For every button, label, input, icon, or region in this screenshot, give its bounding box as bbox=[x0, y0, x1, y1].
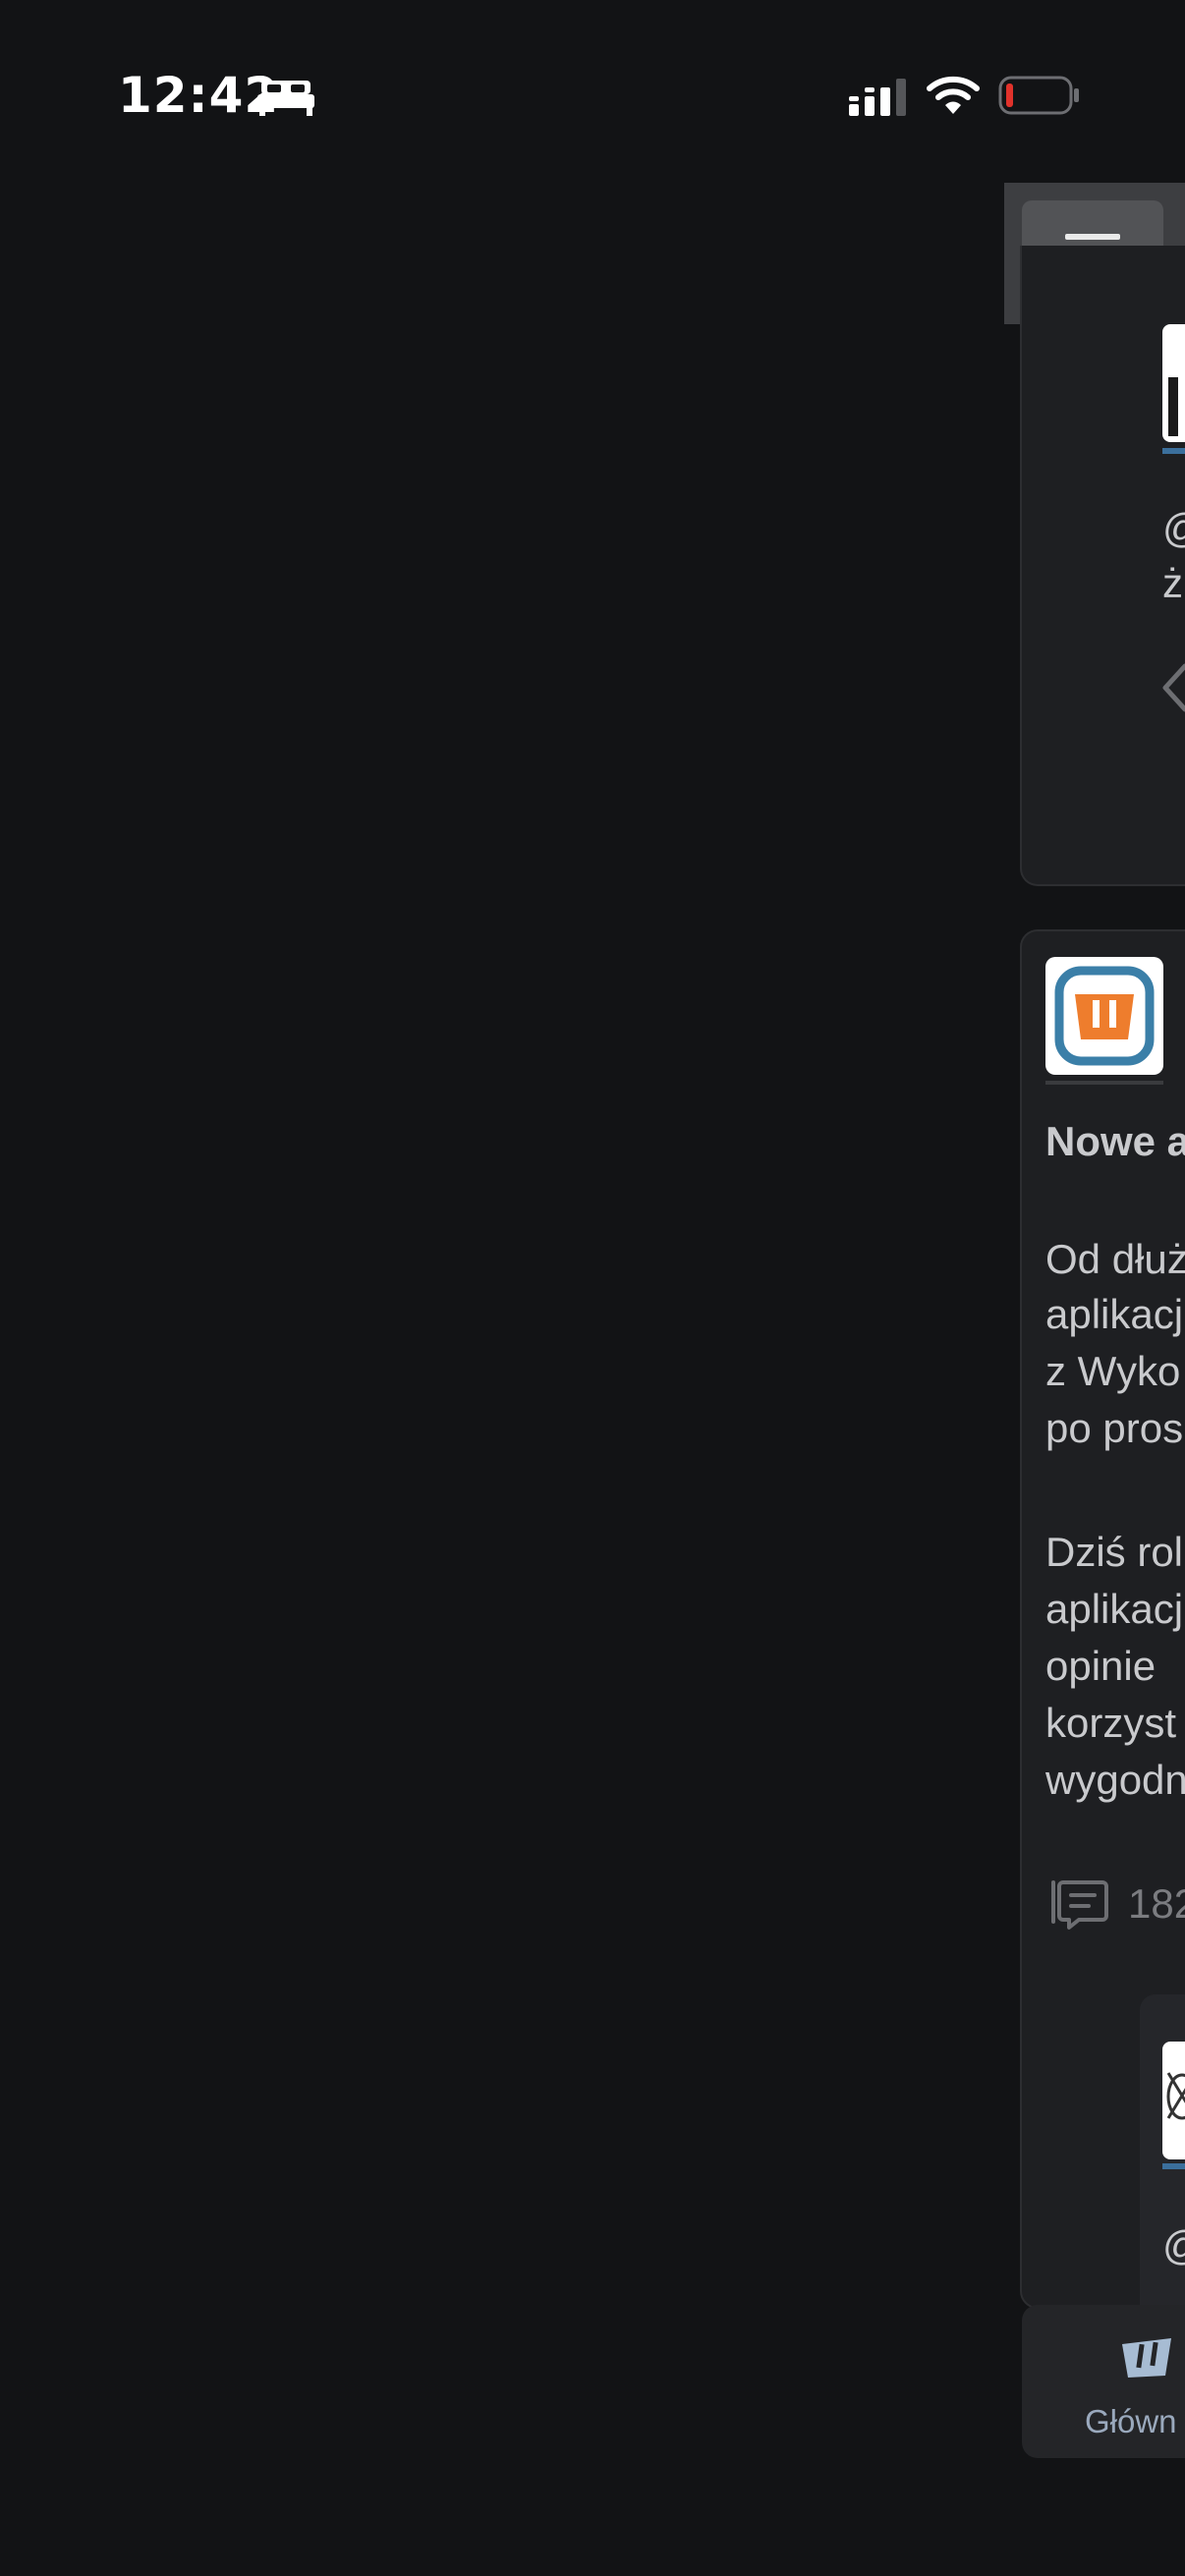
post-body-line: Dziś rol bbox=[1045, 1529, 1184, 1575]
post-title[interactable]: Nowe a bbox=[1045, 1118, 1185, 1165]
reply-mention: @ bbox=[1162, 2222, 1185, 2269]
chevron-left-icon[interactable] bbox=[1159, 662, 1185, 713]
comments-count[interactable]: 182 bbox=[1128, 1880, 1185, 1928]
wifi-icon bbox=[927, 76, 980, 114]
post-card-previous bbox=[1020, 246, 1185, 886]
post-body-line: aplikacj bbox=[1045, 1291, 1184, 1337]
post-body-line: korzyst bbox=[1045, 1700, 1177, 1746]
post-body-line: opinie bbox=[1045, 1643, 1157, 1689]
avatar-underline bbox=[1162, 448, 1185, 454]
status-time: 12:42 bbox=[118, 67, 280, 124]
avatar-underline bbox=[1162, 2163, 1185, 2169]
wykop-logo-icon bbox=[1054, 966, 1155, 1066]
wykop-home-icon[interactable] bbox=[1116, 2336, 1173, 2380]
wykop-avatar[interactable] bbox=[1045, 957, 1163, 1075]
avatar-image-icon bbox=[1166, 2072, 1185, 2120]
comment-mention: @ bbox=[1162, 505, 1185, 552]
post-body-line: po pros bbox=[1045, 1405, 1184, 1451]
user-avatar[interactable] bbox=[1162, 324, 1185, 442]
avatar-underline bbox=[1045, 1081, 1163, 1085]
comments-icon[interactable] bbox=[1045, 1876, 1110, 1932]
post-body-line: aplikacj bbox=[1045, 1586, 1184, 1632]
battery-low-icon bbox=[998, 76, 1079, 115]
post-body-line: wygodn bbox=[1045, 1757, 1185, 1803]
user-avatar[interactable] bbox=[1162, 2042, 1185, 2159]
bed-icon bbox=[257, 81, 314, 116]
post-body-line: z Wyko bbox=[1045, 1348, 1181, 1394]
nav-home-label[interactable]: Główn bbox=[1085, 2403, 1177, 2440]
post-body-line: Od dłuż bbox=[1045, 1236, 1185, 1282]
signal-icon bbox=[849, 79, 906, 116]
comment-text: ż bbox=[1162, 560, 1183, 606]
